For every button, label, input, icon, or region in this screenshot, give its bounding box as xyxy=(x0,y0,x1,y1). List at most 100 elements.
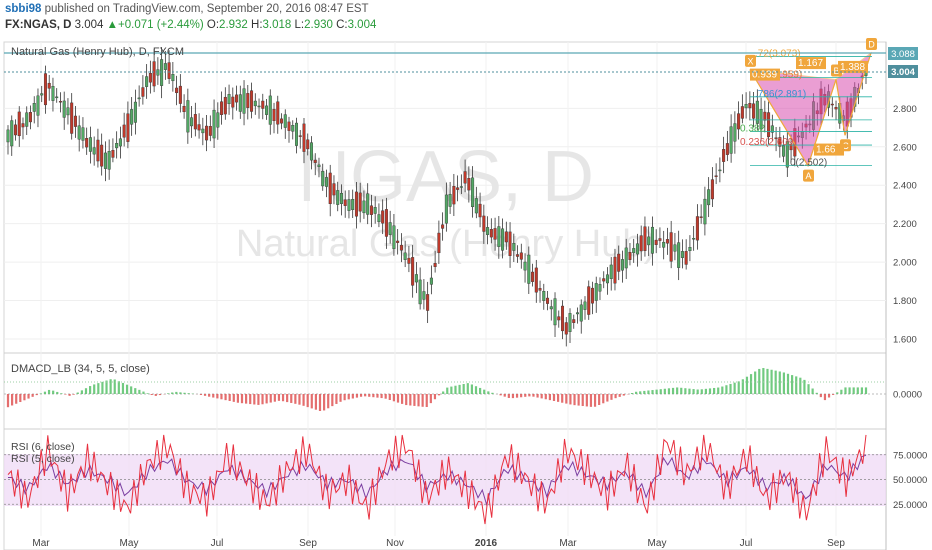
price-tick-label: 1.800 xyxy=(893,296,917,307)
candle-body xyxy=(175,87,179,94)
candle-body xyxy=(212,109,216,139)
candle-body xyxy=(306,139,310,150)
time-tick-label: 2016 xyxy=(475,538,498,549)
candle-body xyxy=(384,209,388,237)
candle-body xyxy=(145,76,149,87)
author-link[interactable]: sbbi98 xyxy=(5,3,41,15)
candle-body xyxy=(399,244,403,251)
candle-body xyxy=(324,177,328,187)
price-axis[interactable]: 1.600 1.800 2.000 2.200 2.400 2.600 2.800 xyxy=(893,104,917,346)
candle-body xyxy=(763,111,767,121)
rsi-tick-label: 25.0000 xyxy=(893,500,927,511)
candle-body xyxy=(235,94,239,103)
candle-body xyxy=(710,179,714,200)
candle-body xyxy=(115,143,119,149)
candle-body xyxy=(190,117,194,127)
candle-body xyxy=(553,298,557,326)
candle-body xyxy=(298,135,302,137)
up-arrow-icon: ▲ xyxy=(106,19,119,31)
candle-body xyxy=(70,102,74,134)
candle-body xyxy=(620,259,624,271)
high-price-badge-label: 3.088 xyxy=(891,49,915,60)
candle-body xyxy=(767,112,771,137)
candle-body xyxy=(471,177,475,208)
candle-body xyxy=(609,264,613,279)
candle-body xyxy=(81,127,85,141)
time-axis[interactable]: Mar May Jul Sep Nov 2016 Mar May Jul Sep xyxy=(32,538,845,549)
candle-body xyxy=(197,124,201,131)
pattern-point-label: A xyxy=(805,171,811,181)
candle-body xyxy=(366,193,370,215)
candle-body xyxy=(291,125,295,132)
candle-body xyxy=(62,100,66,118)
candle-body xyxy=(92,147,96,155)
candle-body xyxy=(148,73,152,83)
candle-body xyxy=(216,112,220,128)
time-tick-label: May xyxy=(120,538,139,549)
time-tick-label: Mar xyxy=(32,538,50,549)
candle-body xyxy=(381,210,385,224)
price-tick-label: 2.000 xyxy=(893,258,917,269)
candle-body xyxy=(658,238,662,241)
rsi-pane-title: RSI (6, close) xyxy=(11,441,75,453)
candle-body xyxy=(478,203,482,218)
candle-body xyxy=(126,113,130,142)
candle-body xyxy=(77,125,81,140)
chart-area[interactable]: NGAS, D Natural Gas (Henry Hub) XABCD0(2… xyxy=(0,36,932,550)
candle-body xyxy=(414,274,418,283)
candle-body xyxy=(268,95,272,125)
candle-body xyxy=(17,111,21,137)
candle-body xyxy=(373,207,377,214)
candle-body xyxy=(459,186,463,188)
main-pane-title: Natural Gas (Henry Hub), D, FXCM xyxy=(11,46,184,58)
candle-body xyxy=(501,228,505,251)
high-value: 3.018 xyxy=(262,19,292,31)
candle-body xyxy=(100,144,104,167)
candle-body xyxy=(85,138,89,148)
fib-annotation: 1.66 xyxy=(816,145,836,156)
candle-body xyxy=(748,103,752,109)
macd-tick-label: 0.0000 xyxy=(893,390,922,401)
candle-body xyxy=(55,96,59,99)
symbol-label: FX:NGAS, D xyxy=(5,19,72,31)
candle-body xyxy=(602,278,606,282)
candle-body xyxy=(665,239,669,244)
candle-body xyxy=(714,175,718,177)
candle-body xyxy=(253,100,257,107)
candle-body xyxy=(688,247,692,252)
candle-body xyxy=(549,306,553,310)
open-value: 2.932 xyxy=(219,19,248,31)
candle-body xyxy=(718,169,722,172)
candle-body xyxy=(752,103,756,119)
time-tick-label: Sep xyxy=(299,538,317,549)
candle-body xyxy=(167,62,171,79)
candle-body xyxy=(141,87,145,97)
macd-pane-title: DMACD_LB (34, 5, 5, close) xyxy=(11,363,150,375)
time-tick-label: May xyxy=(648,538,667,549)
rsi-lines: 25.0000 50.0000 75.0000 xyxy=(4,434,927,525)
candle-body xyxy=(294,122,298,146)
candle-body xyxy=(613,256,617,284)
time-tick-label: Nov xyxy=(386,538,404,549)
candle-body xyxy=(160,59,164,86)
candle-body xyxy=(695,216,699,241)
chart-header: sbbi98 published on TradingView.com, Sep… xyxy=(0,0,932,36)
candle-body xyxy=(193,114,197,130)
candle-body xyxy=(534,267,538,293)
candle-body xyxy=(51,85,55,101)
candle-body xyxy=(28,112,32,123)
candle-body xyxy=(339,193,343,204)
candle-body xyxy=(433,263,437,267)
time-tick-label: Mar xyxy=(559,538,577,549)
candle-body xyxy=(531,271,535,282)
candle-body xyxy=(482,215,486,232)
candle-body xyxy=(647,236,651,246)
candle-body xyxy=(130,109,134,125)
candle-body xyxy=(332,183,336,196)
candle-body xyxy=(572,319,576,323)
candle-body xyxy=(186,100,190,133)
candle-body xyxy=(504,231,508,243)
candle-body xyxy=(527,254,531,284)
candle-body xyxy=(246,93,250,108)
candle-body xyxy=(635,243,639,255)
